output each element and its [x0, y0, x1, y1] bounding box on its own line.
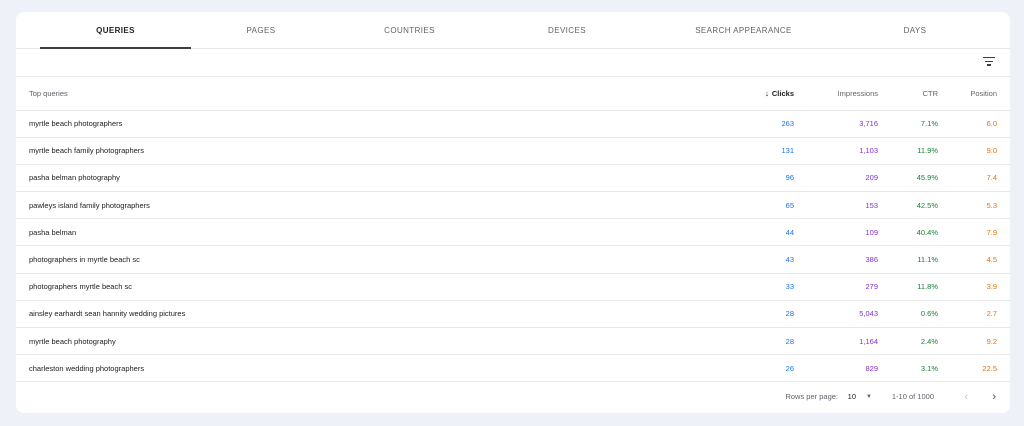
clicks-cell: 131	[738, 137, 794, 165]
pagination: Rows per page: 10 ▼ 1-10 of 1000 ‹ ›	[16, 381, 1010, 413]
query-cell: pasha belman	[16, 218, 738, 247]
ctr-cell: 45.9%	[878, 164, 938, 193]
position-cell: 3.9	[938, 273, 1010, 301]
performance-table-card: QUERIES PAGES COUNTRIES DEVICES SEARCH A…	[16, 12, 1010, 413]
chevron-left-icon[interactable]: ‹	[964, 381, 968, 413]
rows-per-page-select[interactable]: 10	[848, 381, 856, 413]
ctr-cell: 11.8%	[878, 273, 938, 301]
position-cell: 5.3	[938, 191, 1010, 220]
impressions-cell: 1,103	[794, 137, 878, 165]
table-row[interactable]: pawleys island family photographers 65 153…	[16, 191, 1010, 220]
query-cell: photographers in myrtle beach sc	[16, 245, 738, 274]
clicks-cell: 28	[738, 300, 794, 329]
rows-per-page-label: Rows per page:	[785, 392, 838, 401]
ctr-cell: 11.1%	[878, 245, 938, 274]
clicks-cell: 96	[738, 164, 794, 193]
impressions-cell: 1,164	[794, 327, 878, 356]
chevron-right-icon[interactable]: ›	[992, 381, 996, 413]
impressions-cell: 5,043	[794, 300, 878, 329]
header-position[interactable]: Position	[938, 77, 1010, 111]
query-cell: ainsley earhardt sean hannity wedding pi…	[16, 300, 738, 329]
clicks-cell: 43	[738, 245, 794, 274]
query-cell: pawleys island family photographers	[16, 191, 738, 220]
position-cell: 7.4	[938, 164, 1010, 193]
tab-queries[interactable]: QUERIES	[40, 12, 191, 49]
query-cell: pasha belman photography	[16, 164, 738, 193]
queries-table: Top queries ↓ Clicks Impressions CTR Posi…	[16, 77, 1010, 383]
ctr-cell: 42.5%	[878, 191, 938, 220]
position-cell: 7.9	[938, 218, 1010, 247]
table-row[interactable]: myrtle beach photography 28 1,164 2.4% 9.2	[16, 327, 1010, 356]
impressions-cell: 829	[794, 354, 878, 383]
ctr-cell: 2.4%	[878, 327, 938, 356]
query-cell: myrtle beach photography	[16, 327, 738, 356]
table-row[interactable]: ainsley earhardt sean hannity wedding pi…	[16, 300, 1010, 329]
caret-down-icon[interactable]: ▼	[866, 381, 872, 413]
clicks-cell: 33	[738, 273, 794, 301]
impressions-cell: 386	[794, 245, 878, 274]
table-row[interactable]: photographers myrtle beach sc 33 279 11.8% 3…	[16, 273, 1010, 301]
arrow-down-icon: ↓	[764, 88, 769, 98]
header-impressions[interactable]: Impressions	[794, 77, 878, 111]
query-cell: photographers myrtle beach sc	[16, 273, 738, 301]
table-row[interactable]: myrtle beach photographers 263 3,716 7.1% 6.…	[16, 110, 1010, 138]
position-cell: 9.0	[938, 137, 1010, 165]
tab-devices[interactable]: DEVICES	[488, 12, 646, 48]
impressions-cell: 153	[794, 191, 878, 220]
ctr-cell: 40.4%	[878, 218, 938, 247]
filter-icon[interactable]	[983, 57, 995, 67]
ctr-cell: 0.6%	[878, 300, 938, 329]
table-row[interactable]: myrtle beach family photographers 131 1,10…	[16, 137, 1010, 165]
query-cell: charleston wedding photographers	[16, 354, 738, 383]
clicks-cell: 263	[738, 110, 794, 138]
dimension-tabs: QUERIES PAGES COUNTRIES DEVICES SEARCH A…	[16, 12, 1010, 49]
position-cell: 9.2	[938, 327, 1010, 356]
position-cell: 22.5	[938, 354, 1010, 383]
clicks-cell: 26	[738, 354, 794, 383]
position-cell: 6.0	[938, 110, 1010, 138]
impressions-cell: 279	[794, 273, 878, 301]
header-ctr[interactable]: CTR	[878, 77, 938, 111]
header-clicks-label: Clicks	[771, 88, 794, 98]
header-clicks[interactable]: ↓ Clicks	[738, 77, 794, 111]
position-cell: 4.5	[938, 245, 1010, 274]
header-top-queries[interactable]: Top queries	[16, 77, 738, 111]
impressions-cell: 209	[794, 164, 878, 193]
ctr-cell: 3.1%	[878, 354, 938, 383]
tab-countries[interactable]: COUNTRIES	[331, 12, 488, 48]
table-header-row: Top queries ↓ Clicks Impressions CTR Posi…	[16, 77, 1010, 111]
ctr-cell: 7.1%	[878, 110, 938, 138]
query-cell: myrtle beach photographers	[16, 110, 738, 138]
clicks-cell: 28	[738, 327, 794, 356]
table-row[interactable]: charleston wedding photographers 26 829 3.1…	[16, 354, 1010, 383]
impressions-cell: 3,716	[794, 110, 878, 138]
page-range: 1-10 of 1000	[891, 392, 934, 401]
ctr-cell: 11.9%	[878, 137, 938, 165]
table-row[interactable]: pasha belman 44 109 40.4% 7.9	[16, 218, 1010, 247]
query-cell: myrtle beach family photographers	[16, 137, 738, 165]
tab-pages[interactable]: PAGES	[191, 12, 331, 48]
position-cell: 2.7	[938, 300, 1010, 329]
filter-bar	[16, 49, 1010, 77]
table-row[interactable]: pasha belman photography 96 209 45.9% 7.4	[16, 164, 1010, 193]
tab-days[interactable]: DAYS	[841, 12, 989, 48]
clicks-cell: 65	[738, 191, 794, 220]
tab-search-appearance[interactable]: SEARCH APPEARANCE	[646, 12, 841, 48]
impressions-cell: 109	[794, 218, 878, 247]
table-row[interactable]: photographers in myrtle beach sc 43 386 11.…	[16, 245, 1010, 274]
clicks-cell: 44	[738, 218, 794, 247]
